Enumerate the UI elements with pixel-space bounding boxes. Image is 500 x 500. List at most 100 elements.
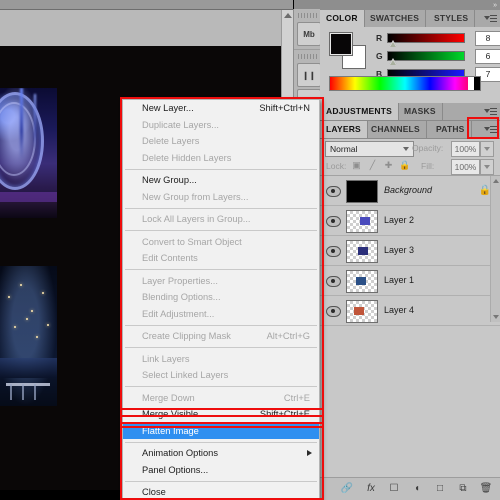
layer-row[interactable]: Layer 3 xyxy=(320,236,500,266)
menu-separator xyxy=(125,269,317,270)
blend-mode-row: Normal Opacity: 100% xyxy=(320,139,500,157)
red-slider-track[interactable] xyxy=(387,33,465,43)
fill-label: Fill: xyxy=(421,161,435,171)
transparency-lock-icon[interactable]: ▣ xyxy=(351,160,362,171)
green-slider-track[interactable] xyxy=(387,51,465,61)
green-slider-thumb[interactable] xyxy=(389,58,398,65)
color-ramp[interactable] xyxy=(329,76,481,91)
layer-name: Layer 3 xyxy=(384,245,415,255)
panel-dock-collapse-bar[interactable]: » xyxy=(320,0,500,10)
menu-separator xyxy=(125,324,317,326)
layer-visibility-toggle[interactable] xyxy=(326,275,341,287)
dock-collapse-button[interactable] xyxy=(294,0,321,9)
menu-item-shortcut: Shift+Ctrl+N xyxy=(259,103,310,113)
menu-item[interactable]: New Layer... Shift+Ctrl+N xyxy=(123,100,319,117)
menu-item[interactable]: New Group... xyxy=(123,172,319,189)
layers-panel-footer: 🔗 fx ☐ ◖ □ ⧉ 🗑 xyxy=(320,477,500,500)
canvas-image-london-eye xyxy=(0,88,57,218)
new-group-icon[interactable]: □ xyxy=(433,483,447,495)
layer-thumbnail[interactable] xyxy=(346,300,378,323)
menu-item: Edit Contents xyxy=(123,250,319,267)
color-panel-menu-button[interactable] xyxy=(484,14,497,24)
scroll-up-arrow-icon[interactable] xyxy=(284,13,292,18)
menu-item: Link Layers xyxy=(123,351,319,368)
layer-row[interactable]: Layer 2 xyxy=(320,206,500,236)
layer-visibility-toggle[interactable] xyxy=(326,215,341,227)
menu-item[interactable]: Panel Options... xyxy=(123,462,319,479)
tab-masks[interactable]: MASKS xyxy=(398,103,443,120)
submenu-arrow-icon xyxy=(307,450,312,456)
adjustments-panel-menu-button[interactable] xyxy=(484,107,497,117)
layer-mask-icon[interactable]: ☐ xyxy=(387,483,401,495)
layer-visibility-toggle[interactable] xyxy=(326,245,341,257)
menu-item[interactable]: Close xyxy=(123,484,319,500)
layer-list[interactable]: Background 🔒 Layer 2 Layer 3 Layer 1 Layer 4 xyxy=(320,175,500,326)
menu-item: Edit Adjustment... xyxy=(123,306,319,323)
menu-item: Merge Down Ctrl+E xyxy=(123,390,319,407)
layer-thumbnail[interactable] xyxy=(346,180,378,203)
delete-layer-icon[interactable]: 🗑 xyxy=(479,483,493,495)
scroll-up-arrow-icon[interactable] xyxy=(492,179,499,183)
menu-item[interactable]: Merge Visible Shift+Ctrl+E xyxy=(123,406,319,423)
menu-item-label: Lock All Layers in Group... xyxy=(142,214,251,224)
blend-mode-select[interactable]: Normal xyxy=(325,141,414,157)
adjustment-layer-icon[interactable]: ◖ xyxy=(410,483,424,495)
green-value-input[interactable]: 6 xyxy=(475,49,500,64)
layer-row[interactable]: Layer 4 xyxy=(320,296,500,326)
layer-row[interactable]: Layer 1 xyxy=(320,266,500,296)
tab-color[interactable]: COLOR xyxy=(320,10,365,27)
menu-separator xyxy=(125,230,317,231)
layer-list-scrollbar[interactable] xyxy=(490,176,500,322)
all-lock-icon[interactable]: 🔒 xyxy=(399,160,410,171)
menu-item-label: Select Linked Layers xyxy=(142,370,229,380)
mini-bridge-icon[interactable]: Mb xyxy=(297,22,321,46)
histogram-icon[interactable]: ❙❙ xyxy=(297,63,321,87)
menu-item: Delete Layers xyxy=(123,133,319,150)
tab-adjustments[interactable]: ADJUSTMENTS xyxy=(320,103,399,120)
tab-paths[interactable]: PATHS xyxy=(430,121,472,138)
menu-separator xyxy=(125,207,317,209)
new-layer-icon[interactable]: ⧉ xyxy=(456,483,470,495)
menu-item[interactable]: Flatten Image xyxy=(123,422,319,439)
tab-channels[interactable]: CHANNELS xyxy=(365,121,427,138)
tab-layers[interactable]: LAYERS xyxy=(320,121,368,138)
layer-thumbnail[interactable] xyxy=(346,270,378,293)
layer-style-fx-icon[interactable]: fx xyxy=(364,483,378,495)
brush-lock-icon[interactable]: ╱ xyxy=(367,160,378,171)
fill-stepper[interactable] xyxy=(480,159,494,175)
menu-item-label: Flatten Image xyxy=(142,425,199,436)
layer-visibility-toggle[interactable] xyxy=(326,305,341,317)
menu-item: Select Linked Layers xyxy=(123,367,319,384)
layers-panel-menu-button[interactable] xyxy=(484,125,497,135)
move-lock-icon[interactable]: ✚ xyxy=(383,160,394,171)
collapse-chevrons-icon: » xyxy=(493,2,497,9)
menu-item-label: Edit Adjustment... xyxy=(142,308,215,319)
photoshop-window: Mb ❙❙ ▶ » COLOR SWATCHES STYLES R xyxy=(0,0,500,500)
menu-item-shortcut: Shift+Ctrl+E xyxy=(259,409,310,419)
menu-separator xyxy=(125,347,317,348)
tab-swatches[interactable]: SWATCHES xyxy=(364,10,427,27)
layer-visibility-toggle[interactable] xyxy=(326,185,341,197)
layer-name: Background xyxy=(384,185,433,195)
menu-separator xyxy=(125,386,317,387)
right-panel-column: » COLOR SWATCHES STYLES R 8 G 6 B 7 ADJU… xyxy=(320,0,500,500)
layers-panel-context-menu[interactable]: New Layer... Shift+Ctrl+N Duplicate Layers… xyxy=(122,99,320,500)
menu-item: Layer Properties... xyxy=(123,273,319,290)
link-layers-icon[interactable]: 🔗 xyxy=(340,483,354,495)
layer-row[interactable]: Background 🔒 xyxy=(320,176,500,206)
layers-panel-tabbar: LAYERS CHANNELS PATHS xyxy=(320,121,500,139)
red-value-input[interactable]: 8 xyxy=(475,31,500,46)
opacity-input[interactable]: 100% xyxy=(451,141,480,157)
menu-separator xyxy=(125,441,317,443)
tab-styles[interactable]: STYLES xyxy=(428,10,476,27)
foreground-color-swatch[interactable] xyxy=(329,32,353,56)
scroll-down-arrow-icon[interactable] xyxy=(492,315,499,319)
opacity-stepper[interactable] xyxy=(480,141,494,157)
layer-thumbnail[interactable] xyxy=(346,210,378,233)
red-slider-thumb[interactable] xyxy=(389,40,398,47)
menu-item[interactable]: Animation Options xyxy=(123,445,319,462)
red-slider-label: R xyxy=(376,33,383,43)
layer-thumbnail[interactable] xyxy=(346,240,378,263)
fill-input[interactable]: 100% xyxy=(451,159,480,175)
menu-item: Convert to Smart Object xyxy=(123,234,319,251)
